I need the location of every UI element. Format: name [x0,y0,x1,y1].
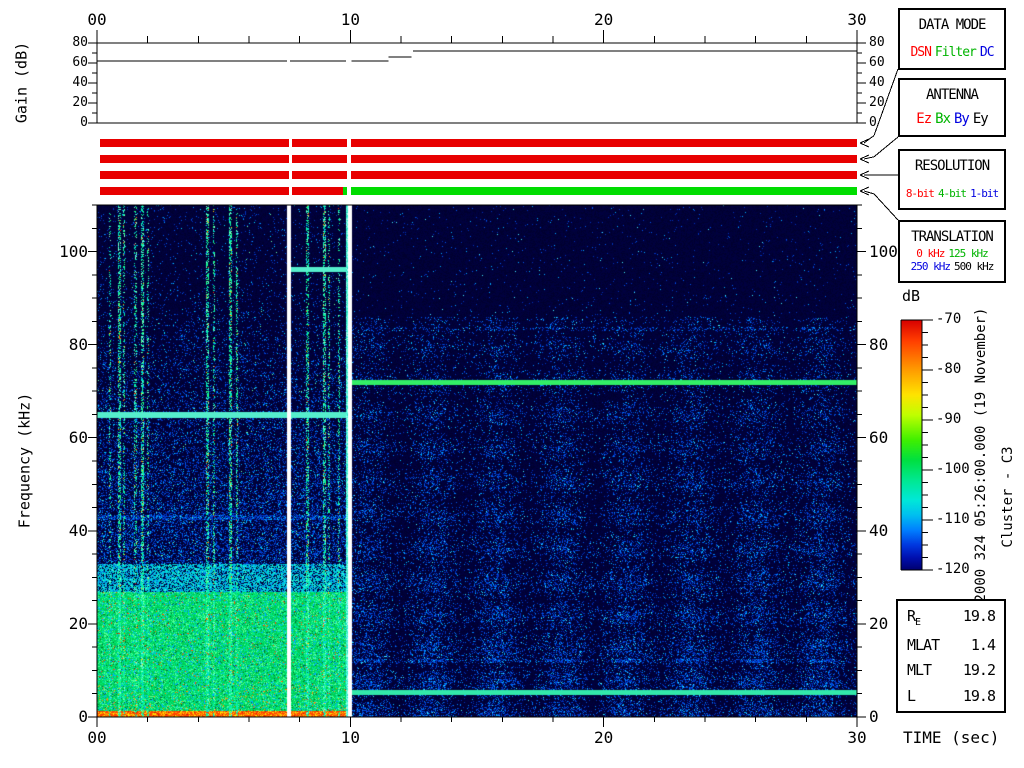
translation-bar-segment [100,187,290,195]
data-mode-values: DSN Filter DC [902,45,1002,60]
mode-value-bx: Bx [935,111,951,127]
info-box-value-row: DSN Filter DC [902,45,1002,60]
info-box-value-row: 250 kHz 500 kHz [902,260,1002,273]
resolution-box: RESOLUTION 8-bit 4-bit 1-bit [898,149,1006,210]
colorbar-tick-label: -70 [936,311,962,327]
frequency-tick-label-right: 60 [869,427,889,447]
info-box-value-row: 0 kHz 125 kHz [902,247,1002,260]
antenna-values: Ez Bx By Ey [902,111,1002,127]
colorbar-tick-label: -120 [936,561,970,577]
data-mode-box: DATA MODE DSN Filter DC [898,8,1006,70]
ephemeris-value: 19.8 [962,687,996,706]
mode-value-125-khz: 125 kHz [948,247,988,260]
antenna-bar-segment [350,155,857,163]
ephemeris-label: RE [907,606,921,628]
mode-value-1-bit: 1-bit [970,187,999,200]
resolution-bar-segment [350,171,857,179]
ephemeris-value: 1.4 [970,635,996,654]
time-tick-label: 20 [594,728,614,747]
antenna-box: ANTENNA Ez Bx By Ey [898,78,1006,137]
gain-time-tick-label: 30 [847,10,867,29]
frequency-tick-label-right: 40 [869,520,889,540]
resolution-bar-segment [292,171,347,179]
mode-value-0-khz: 0 kHz [916,247,945,260]
mode-value-250-khz: 250 kHz [910,260,951,273]
antenna-bar-segment [292,155,347,163]
translation-title: TRANSLATION [911,229,994,245]
ephemeris-label: MLT [907,661,932,680]
ephemeris-box: RE 19.8 MLAT 1.4 MLT 19.2 L 19.8 [896,599,1006,713]
gain-db-tick-label-right: 20 [869,95,885,110]
frequency-tick-label-right: 80 [869,334,889,354]
colorbar-tick-label: -100 [936,461,970,477]
data-mode-title: DATA MODE [918,17,987,33]
gain-db-tick-label-right: 40 [869,75,885,90]
mode-value-4-bit: 4-bit [937,187,967,200]
frequency-tick-label: 80 [68,334,88,354]
ephemeris-row: MLAT 1.4 [907,635,996,654]
gain-db-tick-label: 40 [72,75,88,90]
gain-db-tick-label-right: 80 [869,35,885,50]
time-tick-label: 10 [340,728,360,747]
mode-value-dsn: DSN [910,45,932,60]
ephemeris-value: 19.8 [962,606,996,625]
time-tick-label: 00 [87,728,107,747]
datetime-label: 2000 324 05:26:00.000 (19 November) [973,307,989,603]
antenna-title: ANTENNA [925,87,979,103]
resolution-title: RESOLUTION [914,158,990,174]
translation-bar-segment [292,187,343,195]
frequency-tick-label: 0 [78,707,88,726]
frequency-tick-label: 100 [59,241,88,261]
frequency-tick-label: 20 [68,613,88,633]
translation-bar-segment [350,187,857,195]
wbd-spectrogram-display: 00 10 20 30 0 0 20 20 40 40 60 60 80 80 0 0 20 20 40 40 60 60… [0,0,1024,768]
time-tick-label: 30 [847,728,867,747]
data-mode-bar-segment [292,139,347,147]
colorbar-unit-label: dB [902,287,921,305]
colorbar-tick-label: -110 [936,511,970,527]
gain-db-tick-label: 60 [72,55,88,70]
frequency-tick-label: 40 [68,520,88,540]
gain-time-tick-label: 00 [87,10,107,29]
translation-bar-segment [342,187,347,195]
ephemeris-row: L 19.8 [907,687,996,706]
mode-value-filter: Filter [934,45,977,60]
colorbar-tick-label: -80 [936,361,962,377]
frequency-axis-label: Frequency (kHz) [15,392,34,529]
translation-values: 0 kHz 125 kHz 250 kHz 500 kHz [902,247,1002,273]
resolution-bar-segment [100,171,290,179]
resolution-values: 8-bit 4-bit 1-bit [902,187,1002,200]
colorbar-tick-label: -90 [936,411,962,427]
translation-box: TRANSLATION 0 kHz 125 kHz 250 kHz 500 kHz [898,220,1006,283]
ephemeris-row: RE 19.8 [907,606,996,628]
ephemeris-label: MLAT [907,635,940,654]
gain-time-tick-label: 20 [594,10,614,29]
ephemeris-row: MLT 19.2 [907,661,996,680]
time-axis-label: TIME (sec) [903,728,1000,747]
mode-value-ey: Ey [972,111,989,127]
ephemeris-label: L [907,687,916,706]
gain-db-tick-label-right: 60 [869,55,885,70]
ephemeris-value: 19.2 [962,661,996,680]
gain-db-tick-label: 0 [80,115,88,130]
mode-value-500-khz: 500 kHz [954,260,994,273]
info-box-value-row: Ez Bx By Ey [902,111,1002,127]
antenna-bar-segment [100,155,290,163]
gain-db-tick-label: 20 [72,95,88,110]
gain-axis-label: Gain (dB) [12,41,31,124]
mode-value-8-bit: 8-bit [905,187,935,200]
data-mode-bar-segment [100,139,290,147]
data-mode-bar-segment [350,139,857,147]
gain-db-tick-label: 80 [72,35,88,50]
mode-value-dc: DC [979,45,995,60]
info-box-value-row: 8-bit 4-bit 1-bit [902,187,1002,200]
gain-db-tick-label-right: 0 [869,115,877,130]
mode-value-ez: Ez [916,111,932,127]
frequency-tick-label: 60 [68,427,88,447]
gain-time-tick-label: 10 [340,10,360,29]
mode-value-by: By [954,111,970,127]
